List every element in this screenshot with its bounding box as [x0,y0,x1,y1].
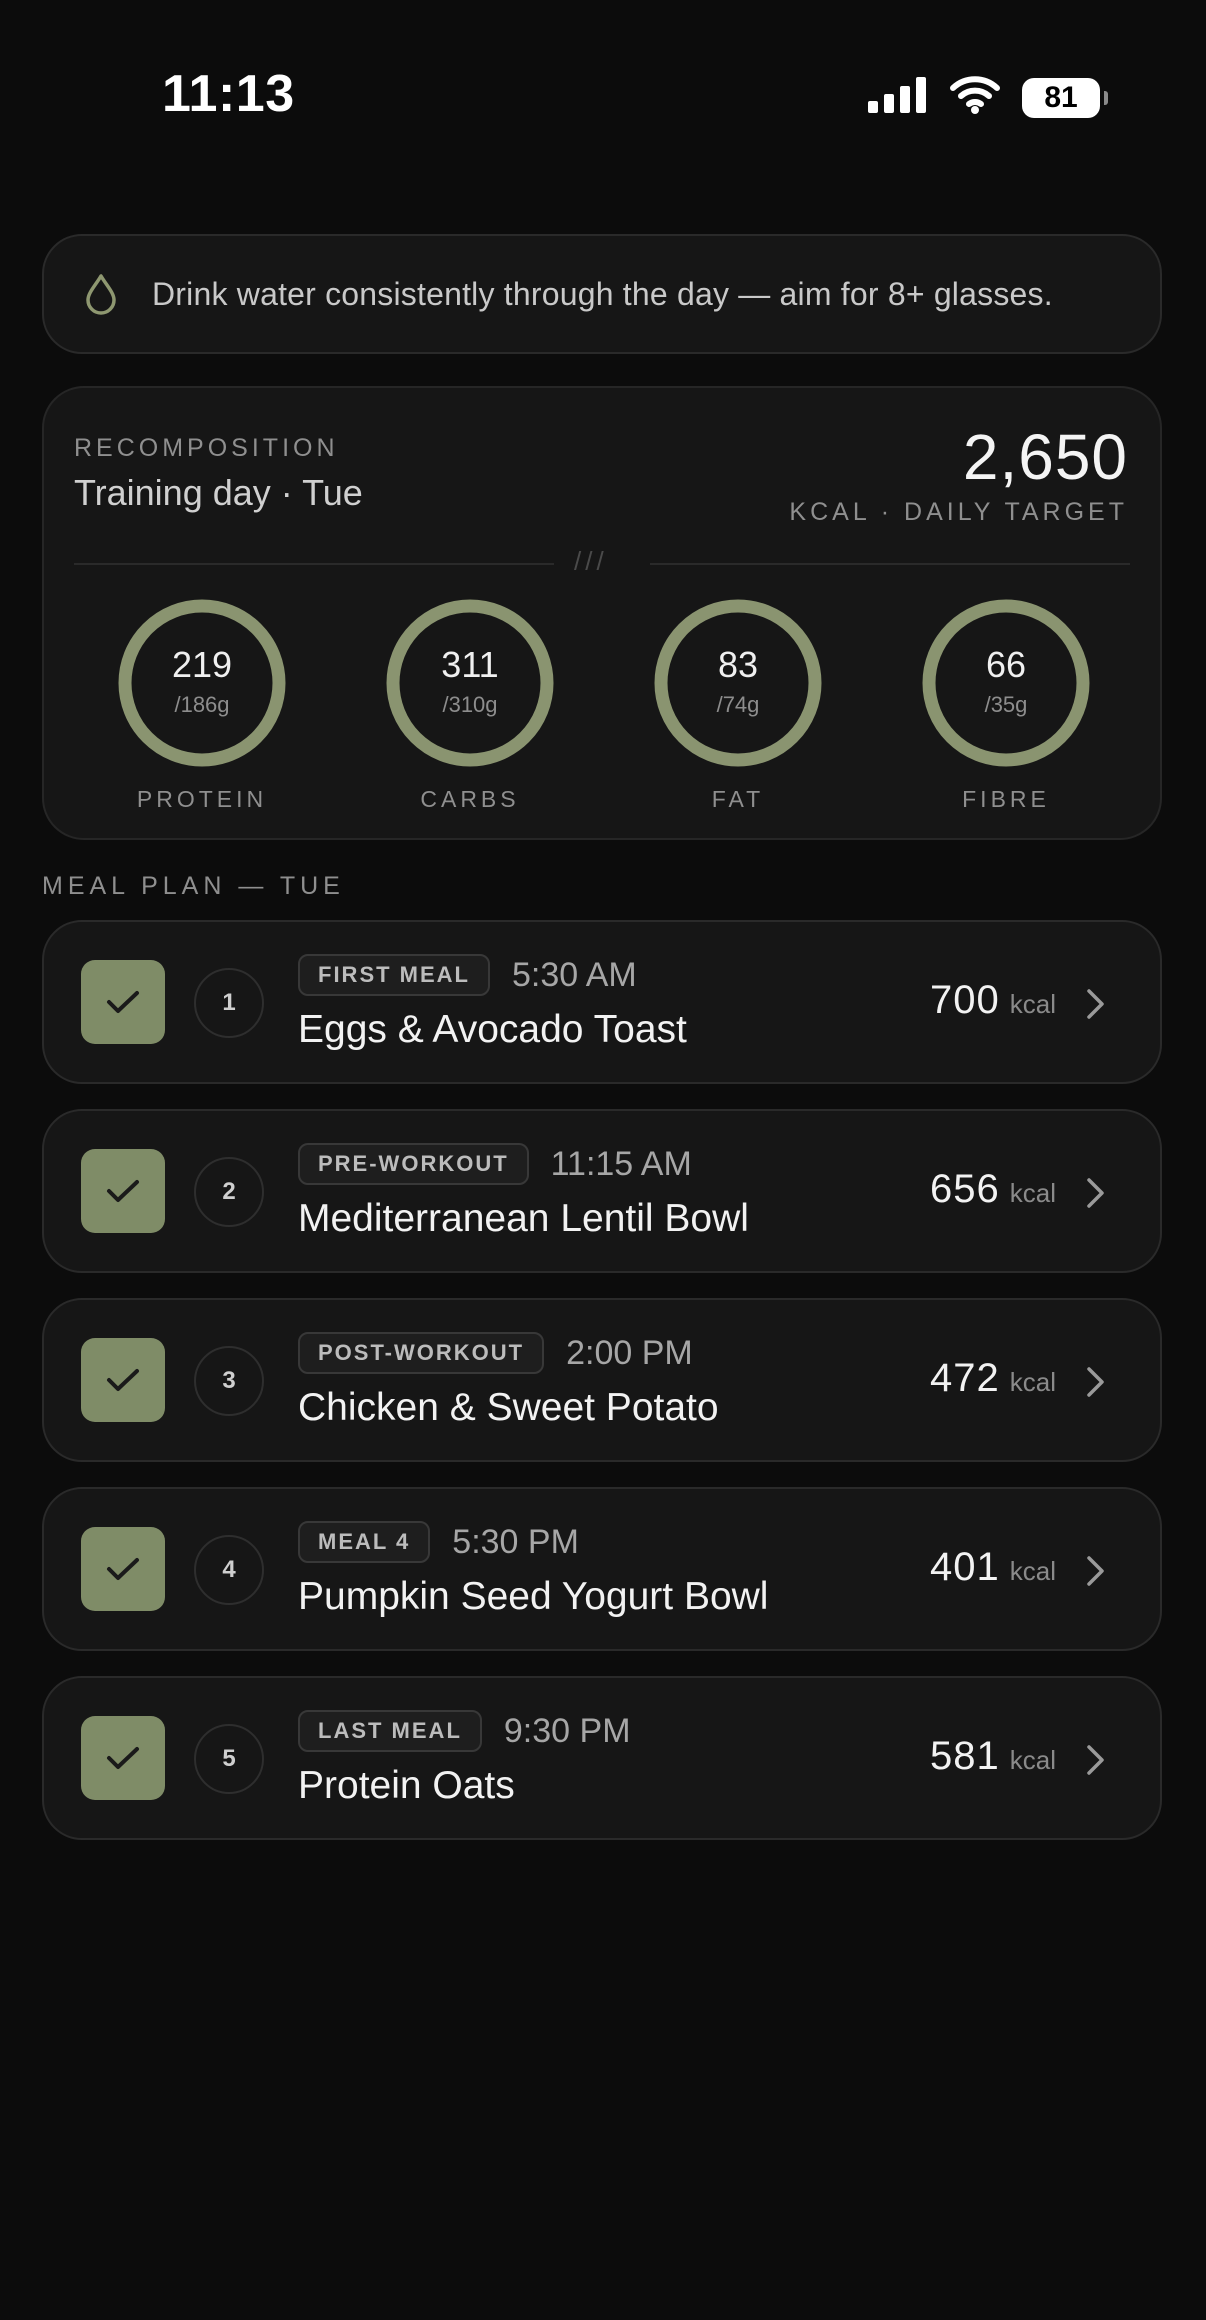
daily-target-card: RECOMPOSITION Training day · Tue 2,650 K… [42,386,1162,840]
meal-card-5[interactable]: 5 LAST MEAL 9:30 PM Protein Oats 581 kca… [42,1676,1162,1840]
meal-kcal: 581 [930,1734,1000,1778]
meal-time: 5:30 PM [452,1522,579,1561]
meal-kcal-unit: kcal [1009,1178,1056,1208]
macro-value: 311 [441,644,499,685]
meal-time: 5:30 AM [512,955,637,994]
water-drop-icon [82,272,120,316]
kcal-target-label: KCAL · DAILY TARGET [789,498,1128,526]
meal-kcal: 700 [930,978,1000,1022]
meal-tag: POST-WORKOUT [298,1332,545,1374]
macro-ring-fat: 83 /74g FAT [653,598,823,813]
meal-tag: FIRST MEAL [298,954,490,996]
macro-ring-carbs: 311 /310g CARBS [385,598,555,813]
meal-time: 2:00 PM [566,1333,693,1372]
meal-kcal: 656 [930,1167,1000,1211]
divider-mark: /// [574,546,608,576]
macro-target: /186g [174,692,230,717]
meal-tag: MEAL 4 [298,1521,431,1563]
chevron-right-icon[interactable] [1080,1553,1110,1589]
macro-ring-protein: 219 /186g PROTEIN [117,598,287,813]
meal-name: Mediterranean Lentil Bowl [298,1197,749,1240]
meal-checkbox[interactable] [81,1149,165,1233]
meal-card-4[interactable]: 4 MEAL 4 5:30 PM Pumpkin Seed Yogurt Bow… [42,1487,1162,1651]
meal-kcal-unit: kcal [1009,1556,1056,1586]
meal-card-3[interactable]: 3 POST-WORKOUT 2:00 PM Chicken & Sweet P… [42,1298,1162,1462]
meal-plan-heading: MEAL PLAN — TUE [42,872,345,900]
chevron-right-icon[interactable] [1080,1364,1110,1400]
meal-name: Pumpkin Seed Yogurt Bowl [298,1575,769,1618]
macro-label: CARBS [420,786,520,812]
meal-tag: LAST MEAL [298,1710,482,1752]
chevron-right-icon[interactable] [1080,1175,1110,1211]
macro-target: /35g [984,692,1028,717]
macro-value: 83 [717,644,759,685]
meal-card-1[interactable]: 1 FIRST MEAL 5:30 AM Eggs & Avocado Toas… [42,920,1162,1084]
meal-number: 3 [194,1346,264,1416]
check-icon [107,1180,139,1202]
meal-kcal: 472 [930,1356,1000,1400]
macro-value: 219 [171,644,233,685]
meal-kcal-unit: kcal [1009,1367,1056,1397]
meal-tag: PRE-WORKOUT [298,1143,529,1185]
macro-target: /310g [442,692,498,717]
meal-name: Chicken & Sweet Potato [298,1386,719,1429]
battery-icon: 81 [1022,77,1108,118]
meal-name: Protein Oats [298,1764,515,1807]
tip-text: Drink water consistently through the day… [152,275,1053,312]
hydration-tip: Drink water consistently through the day… [42,234,1162,354]
meal-checkbox[interactable] [81,1338,165,1422]
meal-time: 11:15 AM [550,1144,692,1183]
macro-label: PROTEIN [136,786,268,812]
meal-kcal: 401 [930,1545,1000,1589]
macro-ring-fibre: 66 /35g FIBRE [921,598,1091,813]
status-icons: 81 [868,76,1108,119]
check-icon [107,1369,139,1391]
wifi-icon [950,76,1000,119]
status-time: 11:13 [162,65,295,123]
program-label: RECOMPOSITION [74,434,339,462]
meal-checkbox[interactable] [81,1716,165,1800]
meal-kcal-unit: kcal [1009,989,1056,1019]
meal-number: 2 [194,1157,264,1227]
meal-time: 9:30 PM [503,1711,631,1750]
meal-card-2[interactable]: 2 PRE-WORKOUT 11:15 AM Mediterranean Len… [42,1109,1162,1273]
meal-name: Eggs & Avocado Toast [298,1008,687,1051]
macro-label: FAT [711,786,765,812]
check-icon [107,1747,139,1769]
check-icon [107,1558,139,1580]
divider [74,563,554,565]
chevron-right-icon[interactable] [1080,986,1110,1022]
signal-icon [868,77,928,118]
macro-value: 66 [985,644,1027,685]
macro-target: /74g [716,692,760,717]
check-icon [107,991,139,1013]
meal-number: 5 [194,1724,264,1794]
meal-number: 1 [194,968,264,1038]
meal-kcal-unit: kcal [1009,1745,1056,1775]
divider [650,563,1130,565]
macro-label: FIBRE [962,786,1050,812]
day-label: Training day · Tue [74,472,363,513]
meal-number: 4 [194,1535,264,1605]
meal-checkbox[interactable] [81,1527,165,1611]
meal-checkbox[interactable] [81,960,165,1044]
chevron-right-icon[interactable] [1080,1742,1110,1778]
kcal-target-value: 2,650 [962,421,1128,493]
